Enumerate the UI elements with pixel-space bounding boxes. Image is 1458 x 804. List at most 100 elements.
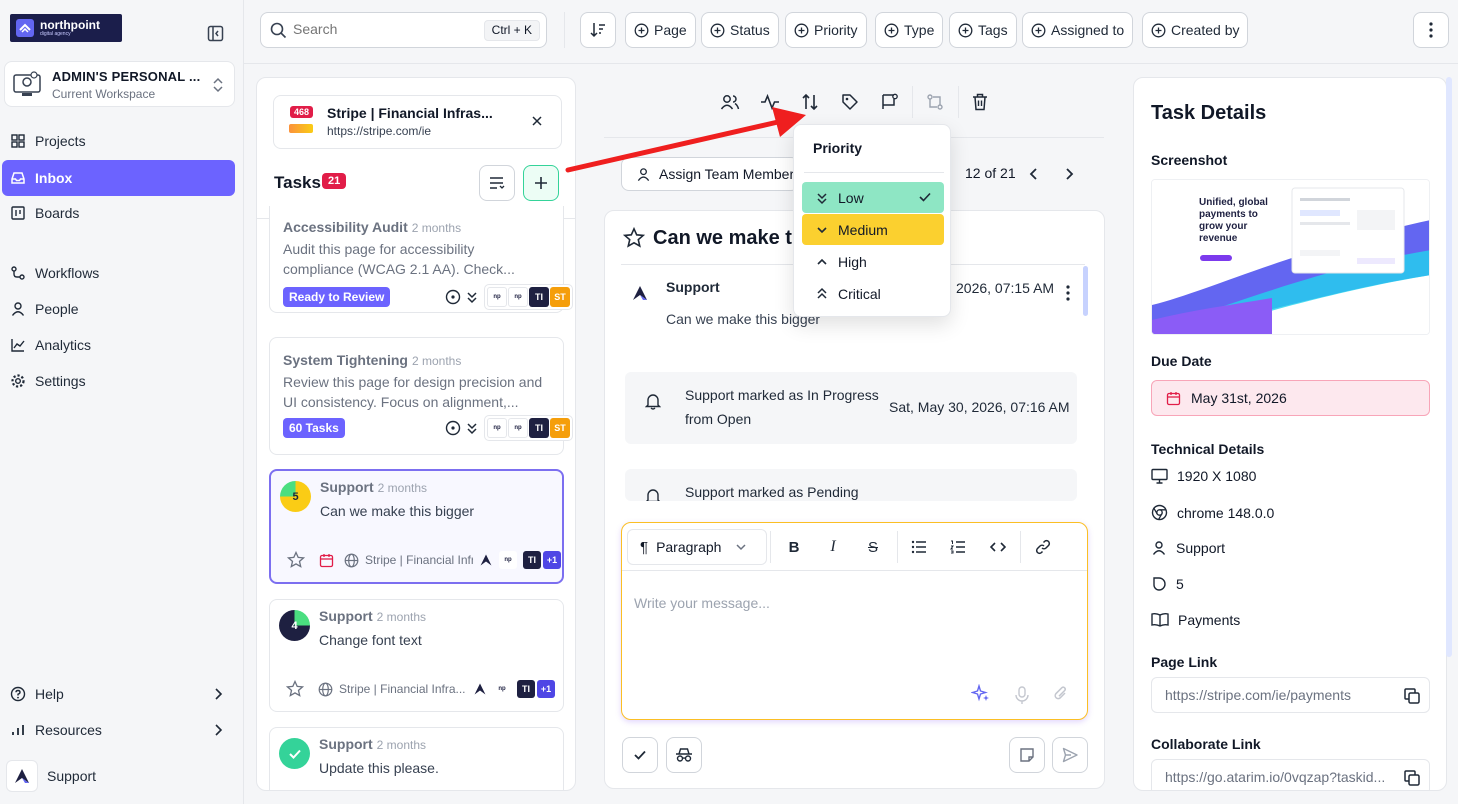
filter-tags-button[interactable]: Tags	[949, 12, 1017, 48]
page-link-label: Page Link	[1151, 654, 1218, 670]
task-card[interactable]: Accessibility Audit 2 months Audit this p…	[269, 206, 573, 313]
search-box[interactable]: Ctrl + K	[260, 12, 547, 48]
assign-team-member-button[interactable]: Assign Team Member	[621, 157, 799, 191]
nav-settings[interactable]: Settings	[2, 363, 235, 399]
screenshot-thumbnail[interactable]: Unified, global payments to grow your re…	[1151, 179, 1430, 335]
priority-option-medium[interactable]: Medium	[802, 214, 944, 245]
site-card[interactable]: 468 Stripe | Financial Infras... https:/…	[273, 95, 562, 149]
task-card[interactable]: Support 2 months Update this please.	[269, 727, 564, 790]
task-title: Support	[320, 479, 374, 495]
nav-boards[interactable]: Boards	[2, 195, 235, 231]
filter-page-button[interactable]: Page	[625, 12, 696, 48]
assign-users-button[interactable]	[716, 88, 744, 116]
nav-analytics[interactable]: Analytics	[2, 327, 235, 363]
priority-button[interactable]	[796, 88, 824, 116]
nav-projects[interactable]: Projects	[2, 123, 235, 159]
priority-option-low[interactable]: Low	[802, 182, 944, 213]
details-scrollbar[interactable]	[1446, 77, 1452, 657]
filter-assigned-button[interactable]: Assigned to	[1022, 12, 1134, 48]
plus-circle-icon	[794, 23, 809, 37]
note-button[interactable]	[1009, 737, 1045, 773]
status-button[interactable]	[756, 88, 784, 116]
filter-created-button[interactable]: Created by	[1142, 12, 1249, 48]
task-card[interactable]: 4 Support 2 months Change font text Strip…	[269, 599, 564, 712]
strikethrough-button[interactable]: S	[861, 535, 885, 559]
bold-button[interactable]: B	[782, 535, 806, 559]
copy-icon[interactable]	[1403, 687, 1421, 705]
bullet-list-button[interactable]	[907, 535, 931, 559]
sort-arrows-icon	[802, 93, 818, 111]
filter-page-label: Page	[654, 22, 687, 38]
add-task-button[interactable]	[523, 165, 559, 201]
plus-circle-icon	[884, 23, 899, 37]
collaborate-link-field[interactable]: https://go.atarim.io/0vqzap?taskid...	[1151, 759, 1430, 790]
copy-icon[interactable]	[1403, 769, 1421, 787]
task-meta: Stripe | Financial Infr np TI +1	[287, 551, 561, 569]
microphone-icon[interactable]	[1014, 685, 1030, 705]
nav-people[interactable]: People	[2, 291, 235, 327]
star-icon[interactable]	[287, 551, 305, 569]
task-list-view-button[interactable]	[479, 165, 515, 201]
block-type-label: Paragraph	[656, 539, 722, 555]
brand-logo[interactable]: northpoint digital agency	[10, 14, 122, 42]
more-options-button[interactable]	[1413, 12, 1449, 48]
nav-inbox[interactable]: Inbox	[2, 160, 235, 196]
assignee-avatars: np np TI ST	[484, 415, 573, 441]
sort-button[interactable]	[580, 12, 616, 48]
page-link-field[interactable]: https://stripe.com/ie/payments	[1151, 677, 1430, 713]
code-button[interactable]	[986, 535, 1010, 559]
star-icon[interactable]	[286, 680, 304, 698]
technical-details-label: Technical Details	[1151, 441, 1265, 457]
star-icon[interactable]	[623, 227, 645, 249]
priority-option-label: Medium	[838, 221, 888, 238]
more-vertical-icon[interactable]	[1066, 285, 1070, 301]
user-profile[interactable]: Support	[6, 758, 239, 794]
workspace-switcher[interactable]: ADMIN'S PERSONAL ... Current Workspace	[4, 61, 235, 107]
link-button[interactable]	[1031, 535, 1055, 559]
resolve-button[interactable]	[622, 737, 658, 773]
task-card-selected[interactable]: 5 Support 2 months Can we make this bigge…	[269, 469, 564, 584]
sidebar-collapse-icon[interactable]	[207, 25, 224, 42]
filter-tags-label: Tags	[978, 22, 1008, 38]
italic-button[interactable]: I	[821, 535, 845, 559]
priority-option-critical[interactable]: Critical	[802, 278, 944, 309]
workspace-title: ADMIN'S PERSONAL ...	[52, 69, 201, 84]
chevron-up-icon	[817, 258, 827, 265]
sparkles-icon[interactable]	[971, 684, 991, 704]
nav-help[interactable]: Help	[2, 676, 235, 712]
block-type-select[interactable]: ¶ Paragraph	[627, 529, 767, 565]
screenshot-image	[1152, 180, 1429, 334]
task-site-label: Stripe | Financial Infra...	[339, 682, 466, 696]
priority-option-high[interactable]: High	[802, 246, 944, 277]
calendar-icon[interactable]	[319, 553, 334, 568]
close-icon[interactable]	[531, 115, 543, 127]
editor-toolbar: ¶ Paragraph B I S	[622, 523, 1087, 571]
paperclip-icon[interactable]	[1052, 684, 1070, 704]
search-input[interactable]	[293, 21, 473, 37]
task-title: System Tightening	[283, 352, 408, 368]
delete-button[interactable]	[966, 88, 994, 116]
tags-button[interactable]	[836, 88, 864, 116]
grid-icon	[11, 134, 25, 148]
flag-button[interactable]	[876, 88, 904, 116]
incognito-button[interactable]	[666, 737, 702, 773]
filter-priority-button[interactable]: Priority	[785, 12, 867, 48]
filter-type-button[interactable]: Type	[875, 12, 944, 48]
send-button[interactable]	[1052, 737, 1088, 773]
merge-button[interactable]	[921, 88, 949, 116]
task-title-heading: Can we make th	[653, 227, 805, 249]
filter-status-button[interactable]: Status	[701, 12, 779, 48]
chevron-left-icon[interactable]	[1028, 167, 1040, 181]
site-url: https://stripe.com/ie	[327, 124, 432, 138]
numbered-list-button[interactable]	[946, 535, 970, 559]
assign-label: Assign Team Member	[659, 166, 795, 182]
user-logo-icon	[474, 683, 486, 695]
message-editor[interactable]: ¶ Paragraph B I S Write your message...	[621, 522, 1088, 720]
conversation-scrollbar[interactable]	[1083, 266, 1088, 316]
chevron-right-icon[interactable]	[1063, 167, 1075, 181]
nav-resources[interactable]: Resources	[2, 712, 235, 748]
chart-line-icon	[11, 339, 25, 352]
due-date-field[interactable]: May 31st, 2026	[1151, 380, 1430, 416]
task-card[interactable]: System Tightening 2 months Review this pa…	[269, 337, 573, 455]
nav-workflows[interactable]: Workflows	[2, 255, 235, 291]
